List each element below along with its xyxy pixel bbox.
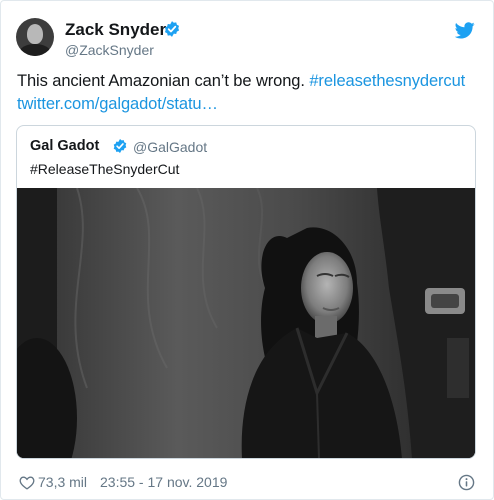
author-name[interactable]: Zack Snyder (65, 20, 166, 40)
verified-badge-icon (113, 139, 127, 153)
author-avatar[interactable] (16, 18, 54, 56)
tweet-text: This ancient Amazonian can’t be wrong. #… (17, 70, 479, 116)
quoted-tweet-text: #ReleaseTheSnyderCut (30, 161, 180, 177)
quoted-tweet-link[interactable]: twitter.com/galgadot/statu… (17, 95, 218, 113)
photo-illustration (17, 188, 475, 458)
quoted-author-handle[interactable]: @GalGadot (133, 139, 207, 155)
heart-icon[interactable] (19, 475, 35, 490)
like-count[interactable]: 73,3 mil (38, 474, 87, 490)
tweet-footer: 73,3 mil 23:55 - 17 nov. 2019 (17, 473, 479, 493)
author-handle[interactable]: @ZackSnyder (65, 42, 154, 58)
avatar-shoulders (19, 44, 51, 56)
tweet-timestamp[interactable]: 23:55 - 17 nov. 2019 (100, 474, 227, 490)
verified-badge-icon (164, 21, 180, 37)
avatar-face (27, 24, 43, 44)
twitter-bird-icon[interactable] (455, 22, 475, 39)
info-icon[interactable] (458, 474, 475, 491)
quoted-tweet-photo[interactable] (17, 188, 475, 458)
quoted-tweet[interactable]: Gal Gadot @GalGadot #ReleaseTheSnyderCut (16, 125, 476, 459)
embedded-tweet-card: Zack Snyder @ZackSnyder This ancient Ama… (0, 0, 494, 500)
tweet-body: This ancient Amazonian can’t be wrong. (17, 72, 305, 90)
hashtag-link[interactable]: #releasethesnydercut (309, 72, 465, 90)
quoted-author-name[interactable]: Gal Gadot (30, 138, 99, 154)
